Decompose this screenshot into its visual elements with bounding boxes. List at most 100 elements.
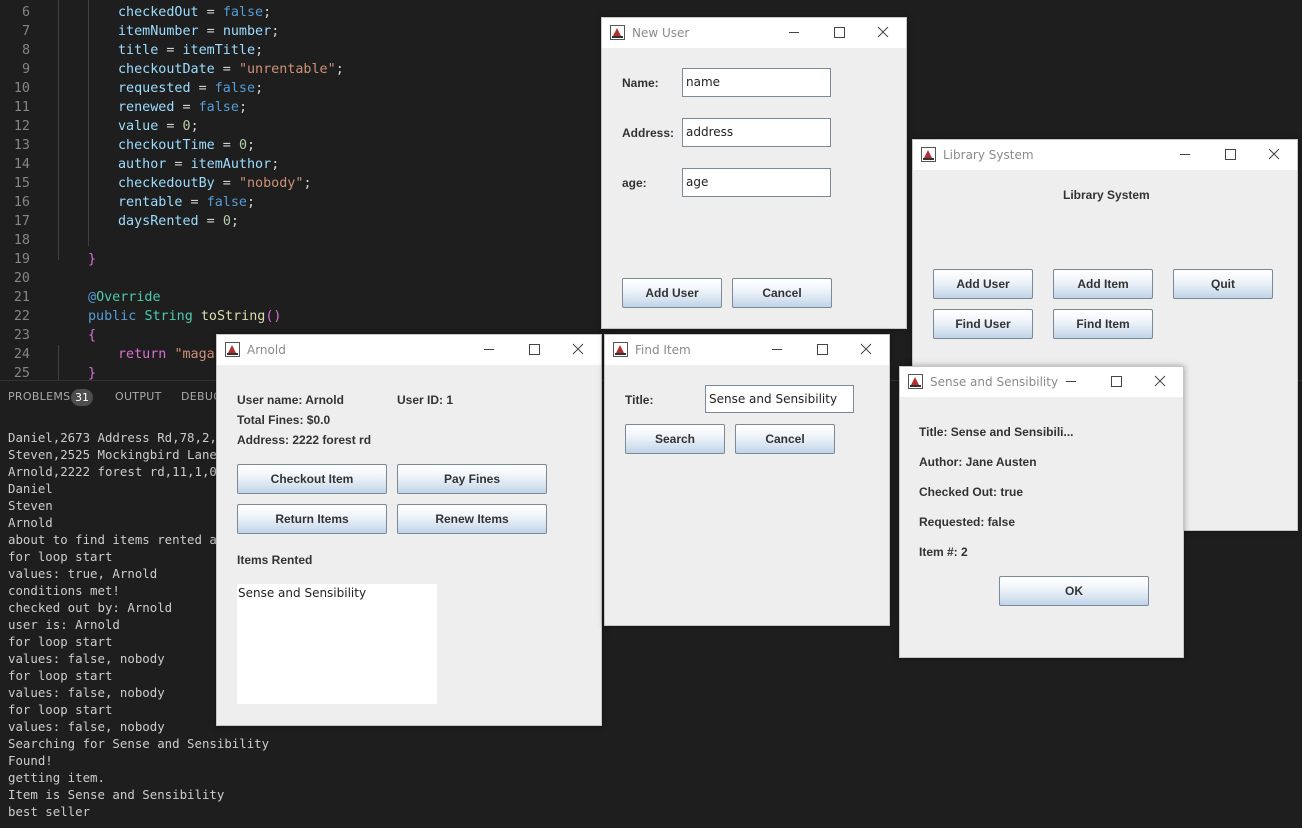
close-icon[interactable] xyxy=(1138,367,1183,397)
code-token: ; xyxy=(271,24,280,39)
output-line: Steven xyxy=(8,498,53,513)
output-line: Arnold xyxy=(8,515,53,530)
window-title: Library System xyxy=(943,148,1034,162)
line-number: 7 xyxy=(21,24,30,39)
code-line: 21 @Override xyxy=(0,288,700,307)
code-token: ; xyxy=(230,214,239,229)
title-field[interactable]: Sense and Sensibility xyxy=(705,385,854,413)
item-title-label: Title: Sense and Sensibili... xyxy=(919,425,1074,439)
return-items-button[interactable]: Return Items xyxy=(237,504,387,534)
code-token: itemTitle xyxy=(182,43,256,58)
code-line: 15 checkedoutBy = "nobody"; xyxy=(0,174,700,193)
output-line: for loop start xyxy=(8,668,113,683)
line-number: 23 xyxy=(13,328,30,343)
maximize-icon[interactable] xyxy=(511,335,556,365)
line-number: 11 xyxy=(13,100,30,115)
code-token: public xyxy=(88,309,137,324)
address-field[interactable]: address xyxy=(682,118,831,147)
add-item-button[interactable]: Add Item xyxy=(1053,269,1153,299)
maximize-icon[interactable] xyxy=(1093,367,1138,397)
find-user-button[interactable]: Find User xyxy=(933,309,1033,339)
renew-items-button[interactable]: Renew Items xyxy=(397,504,547,534)
line-number: 24 xyxy=(13,347,30,362)
tab-output[interactable]: OUTPUT xyxy=(115,390,162,403)
code-token: false xyxy=(206,195,247,210)
maximize-icon[interactable] xyxy=(1207,140,1252,170)
title-bar[interactable]: New User xyxy=(602,18,906,48)
code-line: 11 renewed = false; xyxy=(0,98,700,117)
ok-button[interactable]: OK xyxy=(999,576,1149,606)
cancel-button[interactable]: Cancel xyxy=(732,278,832,308)
close-icon[interactable] xyxy=(861,18,906,48)
title-bar[interactable]: Arnold xyxy=(217,335,601,365)
code-token: } xyxy=(88,366,97,381)
checked-out-label: Checked Out: true xyxy=(919,485,1024,499)
minimize-icon[interactable] xyxy=(1162,140,1207,170)
output-line: about to find items rented and xyxy=(8,532,232,547)
title-bar[interactable]: Library System xyxy=(913,140,1297,170)
pay-fines-button[interactable]: Pay Fines xyxy=(397,464,547,494)
name-field[interactable]: name xyxy=(682,68,831,97)
items-rented-list[interactable]: Sense and Sensibility xyxy=(237,584,437,704)
code-token: "unrentable" xyxy=(238,62,336,77)
cancel-button[interactable]: Cancel xyxy=(735,424,835,454)
code-text: daysRented = 0; xyxy=(118,212,239,231)
total-fines-label: Total Fines: $0.0 xyxy=(237,413,331,427)
add-user-button[interactable]: Add User xyxy=(622,278,722,308)
title-bar[interactable]: Sense and Sensibility xyxy=(900,367,1183,397)
code-token: 0 xyxy=(222,214,231,229)
problems-count-badge: 31 xyxy=(71,389,93,406)
output-line: Arnold,2222 forest rd,11,1,0 xyxy=(8,464,217,479)
code-line: 9 checkoutDate = "unrentable"; xyxy=(0,60,700,79)
output-line: values: false, nobody xyxy=(8,685,165,700)
maximize-icon[interactable] xyxy=(799,335,844,365)
tab-problems[interactable]: PROBLEMS xyxy=(8,390,70,403)
code-token: return xyxy=(118,347,167,362)
code-line: 7 itemNumber = number; xyxy=(0,22,700,41)
author-label: Author: Jane Austen xyxy=(919,455,1037,469)
find-item-button[interactable]: Find Item xyxy=(1053,309,1153,339)
output-line: values: false, nobody xyxy=(8,719,165,734)
code-token: @ xyxy=(88,290,97,305)
list-item[interactable]: Sense and Sensibility xyxy=(238,586,366,600)
checkout-item-button[interactable]: Checkout Item xyxy=(237,464,387,494)
title-bar[interactable]: Find Item xyxy=(605,335,889,365)
line-number: 14 xyxy=(13,157,30,172)
line-number: 6 xyxy=(21,5,30,20)
code-token: = xyxy=(214,138,239,153)
code-text: renewed = false; xyxy=(118,98,247,117)
code-text: public String toString() xyxy=(88,307,282,326)
item-number-label: Item #: 2 xyxy=(919,545,968,559)
code-token: daysRented xyxy=(118,214,199,229)
address-label: Address: xyxy=(622,126,675,140)
code-token: = xyxy=(158,119,183,134)
minimize-icon[interactable] xyxy=(1048,367,1093,397)
minimize-icon[interactable] xyxy=(771,18,816,48)
address-label: Address: 2222 forest rd xyxy=(237,433,372,447)
quit-button[interactable]: Quit xyxy=(1173,269,1273,299)
code-line: 17 daysRented = 0; xyxy=(0,212,700,231)
items-rented-label: Items Rented xyxy=(237,553,313,567)
code-text: { xyxy=(88,326,96,345)
item-details-window: Sense and Sensibility Title: Sense and S… xyxy=(899,366,1184,658)
close-icon[interactable] xyxy=(1252,140,1297,170)
close-icon[interactable] xyxy=(556,335,601,365)
minimize-icon[interactable] xyxy=(466,335,511,365)
code-token: Override xyxy=(96,290,161,305)
code-token: itemAuthor xyxy=(190,157,272,172)
age-field[interactable]: age xyxy=(682,168,831,197)
search-button[interactable]: Search xyxy=(625,424,725,454)
close-icon[interactable] xyxy=(844,335,889,365)
code-token: author xyxy=(118,157,167,172)
code-token: false xyxy=(222,5,264,20)
maximize-icon[interactable] xyxy=(816,18,861,48)
code-token: ; xyxy=(247,138,256,153)
code-line: 8 title = itemTitle; xyxy=(0,41,700,60)
code-token: () xyxy=(265,309,282,324)
line-number: 19 xyxy=(13,252,30,267)
add-user-button[interactable]: Add User xyxy=(933,269,1033,299)
code-text: value = 0; xyxy=(118,117,199,136)
user-id-label: User ID: 1 xyxy=(397,393,454,407)
minimize-icon[interactable] xyxy=(754,335,799,365)
code-token: = xyxy=(190,81,215,96)
